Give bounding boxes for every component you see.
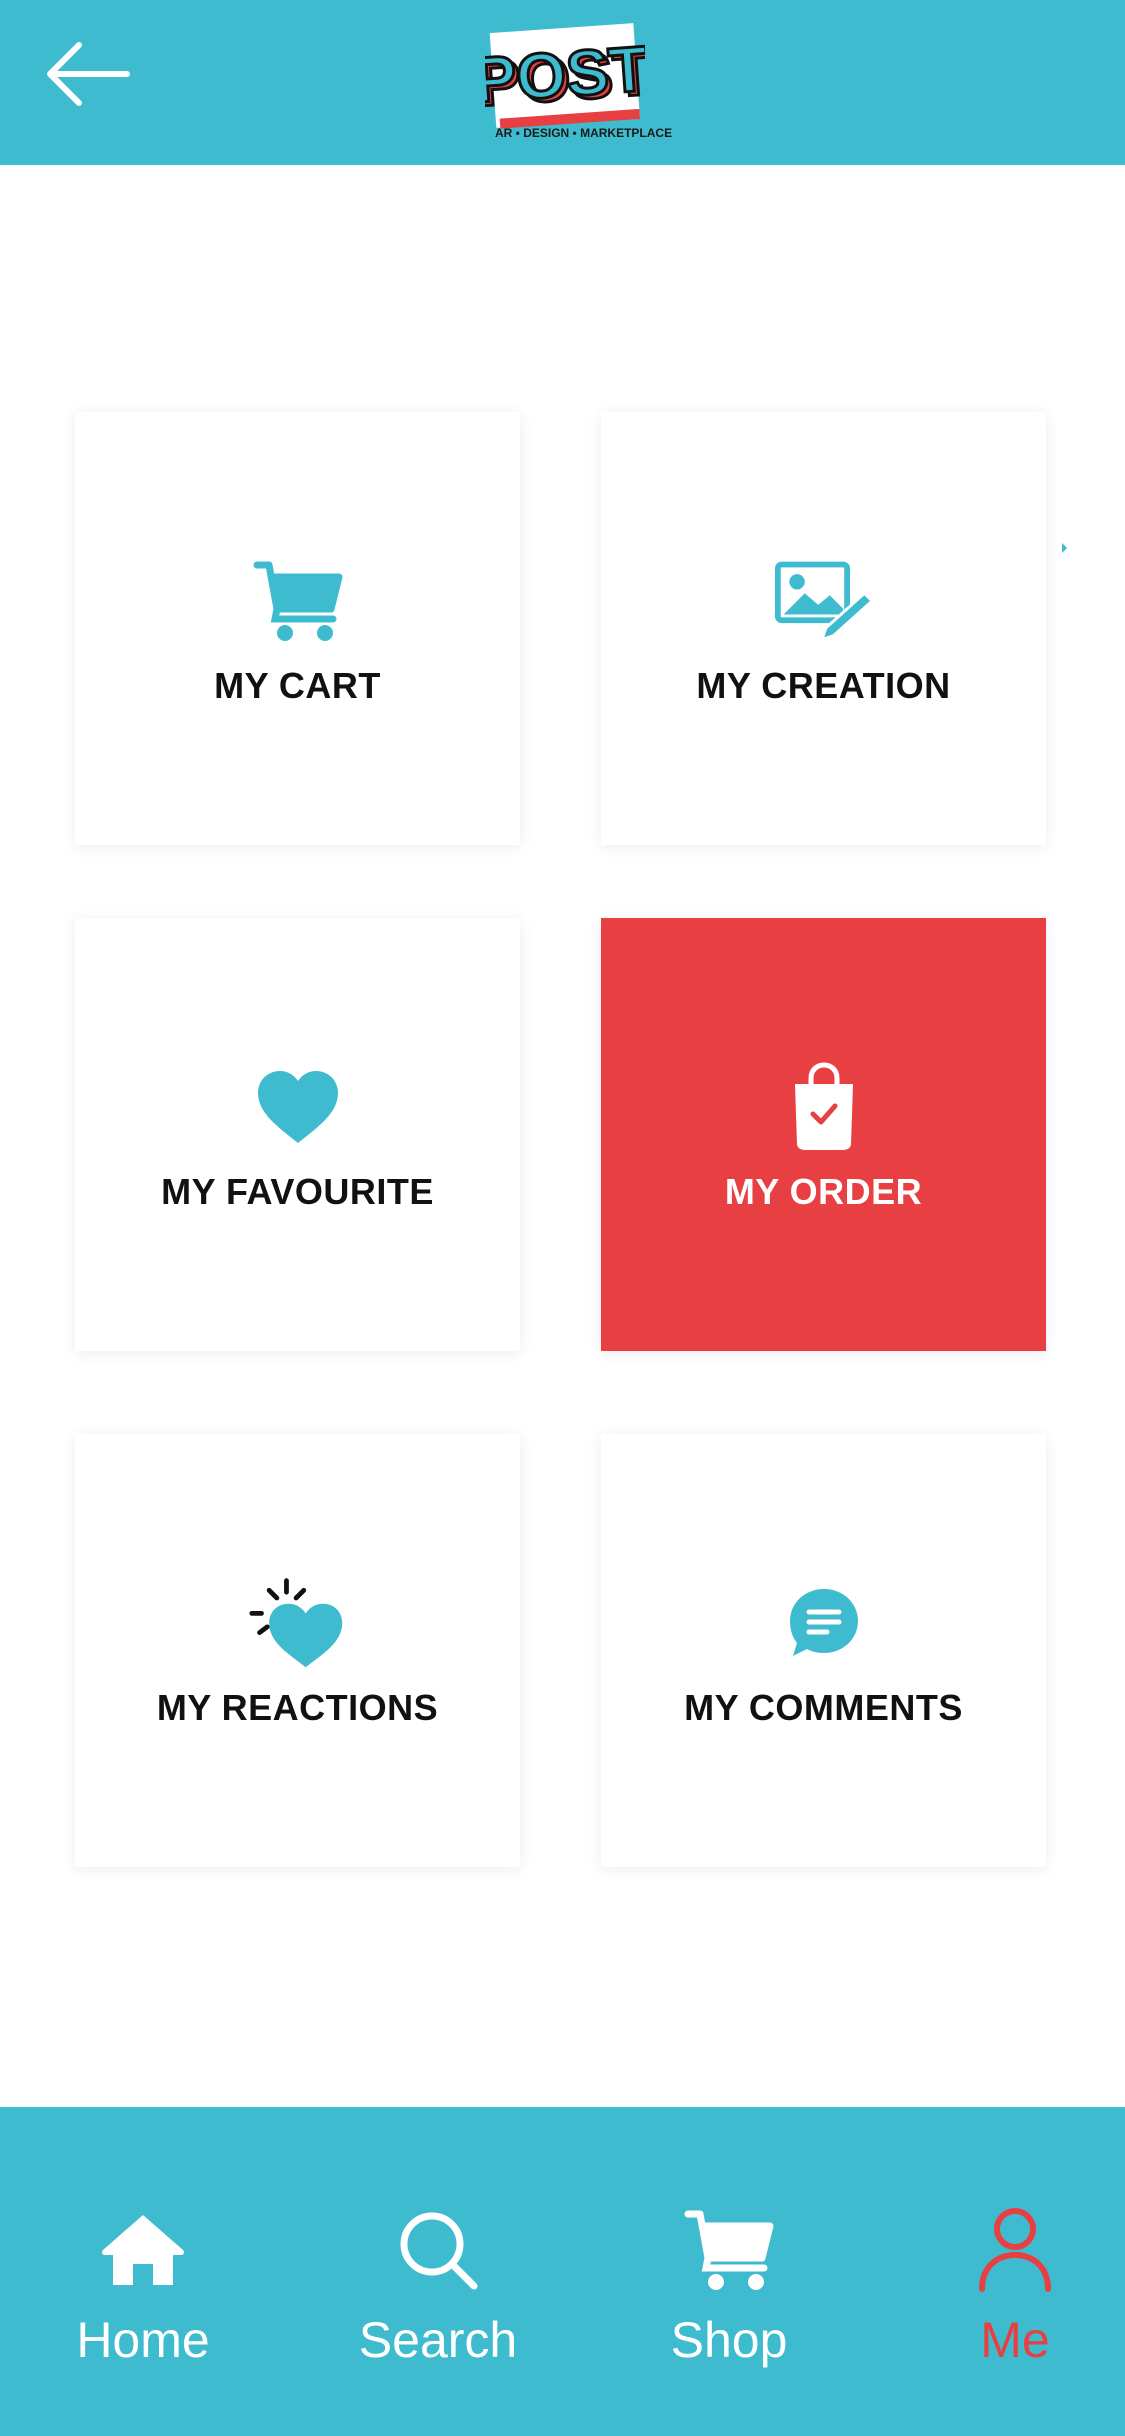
nav-shop[interactable]: Shop (629, 2107, 829, 2436)
home-icon (98, 2205, 188, 2295)
my-cart-tile[interactable]: MY CART (75, 412, 520, 845)
cart-icon (684, 2205, 774, 2295)
tile-label: MY COMMENTS (684, 1686, 963, 1728)
my-reactions-tile[interactable]: MY REACTIONS (75, 1434, 520, 1867)
post-logo: POST POST AR • DESIGN • MARKETPLACE (470, 18, 673, 143)
tile-label: MY CREATION (696, 664, 951, 706)
nav-home[interactable]: Home (43, 2107, 243, 2436)
shopping-bag-check-icon (774, 1057, 874, 1157)
arrow-left-icon (47, 42, 130, 106)
nav-label: Me (980, 2312, 1050, 2368)
logo-tagline: AR • DESIGN • MARKETPLACE (495, 126, 673, 140)
my-favourite-tile[interactable]: MY FAVOURITE (75, 918, 520, 1351)
my-creation-tile[interactable]: MY CREATION (601, 412, 1046, 845)
search-icon (393, 2205, 483, 2295)
nav-search[interactable]: Search (338, 2107, 538, 2436)
logo-mark: POST POST (470, 23, 656, 129)
tile-label: MY ORDER (724, 1170, 923, 1212)
nav-me[interactable]: Me (915, 2107, 1115, 2436)
user-icon (970, 2205, 1060, 2295)
bottom-navigation: Home Search Shop Me (0, 2107, 1125, 2436)
cart-icon (248, 551, 348, 651)
nav-label: Search (358, 2312, 518, 2368)
nav-label: Shop (670, 2312, 788, 2368)
heart-icon (248, 1057, 348, 1157)
tile-label: MY REACTIONS (156, 1686, 439, 1728)
my-order-tile[interactable]: MY ORDER (601, 918, 1046, 1351)
tile-label: MY FAVOURITE (161, 1170, 434, 1212)
nav-label: Home (76, 2312, 210, 2368)
svg-text:POST: POST (485, 32, 645, 116)
back-button[interactable] (38, 36, 138, 112)
image-edit-icon (774, 551, 874, 651)
my-comments-tile[interactable]: MY COMMENTS (601, 1434, 1046, 1867)
app-header: POST POST AR • DESIGN • MARKETPLACE (0, 0, 1125, 165)
tile-label: MY CART (214, 664, 381, 706)
chat-bubble-icon (774, 1573, 874, 1673)
heart-sparkle-icon (248, 1573, 348, 1673)
side-marker (1062, 543, 1067, 553)
